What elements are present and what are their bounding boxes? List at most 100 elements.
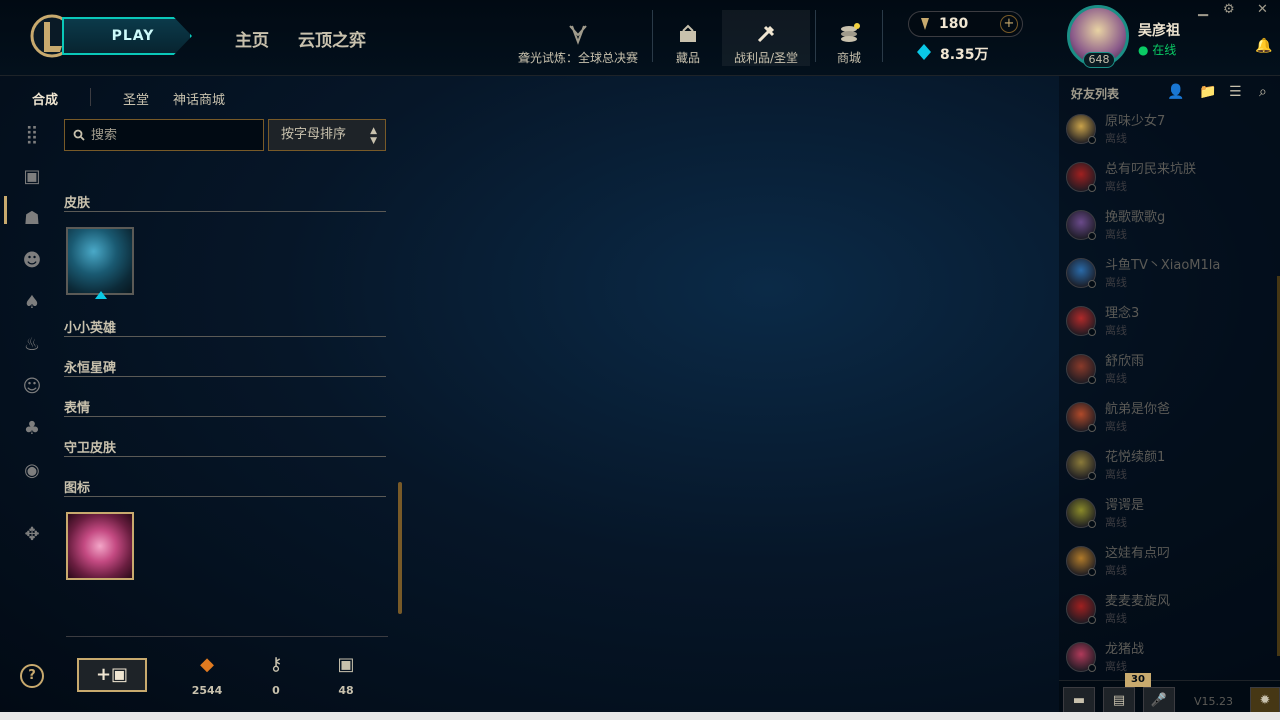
friend-row[interactable]: 斗鱼TV丶XiaoM1la 离线 <box>1059 254 1269 302</box>
top-loot[interactable]: 战利品/圣堂 <box>722 10 810 66</box>
help-button[interactable]: ? <box>20 664 44 688</box>
mask-icon[interactable]: ☻ <box>22 251 42 271</box>
search-icon[interactable]: ⌕ <box>1259 84 1267 100</box>
offline-dot-icon <box>1088 232 1096 240</box>
friend-name: 挽歌歌歌g <box>1105 210 1166 225</box>
category-eternals[interactable]: 永恒星碑 <box>64 357 386 376</box>
top-collection[interactable]: 藏品 <box>660 10 716 66</box>
background-window-strip <box>0 712 1280 720</box>
friend-row[interactable]: 龙猪战 离线 <box>1059 638 1269 686</box>
gear-icon[interactable]: ⚙ <box>1223 2 1235 17</box>
friend-name: 理念3 <box>1105 306 1140 321</box>
chest-icon[interactable]: ▣ <box>22 167 42 187</box>
summoner-icon-item[interactable] <box>66 512 134 580</box>
divider <box>64 496 386 497</box>
add-chest-button[interactable]: +▣ <box>77 658 147 692</box>
friend-status: 离线 <box>1105 564 1127 577</box>
friend-name: 航弟是你爸 <box>1105 402 1171 417</box>
sort-label: 按字母排序 <box>281 127 347 142</box>
friend-row[interactable]: 谔谔是 离线 <box>1059 494 1269 542</box>
tab-sanctum[interactable]: 圣堂 <box>123 89 149 108</box>
friend-row[interactable]: 舒欣雨 离线 <box>1059 350 1269 398</box>
chest-stat: ▣ 48 <box>321 654 371 697</box>
search-input[interactable] <box>91 127 261 143</box>
tab-mythic-shop[interactable]: 神话商城 <box>173 89 225 108</box>
offline-dot-icon <box>1088 568 1096 576</box>
top-store[interactable]: 商城 <box>822 10 876 66</box>
friend-status: 离线 <box>1105 612 1127 625</box>
friend-row[interactable]: 原味少女7 离线 <box>1059 110 1269 158</box>
add-friend-icon[interactable]: 👤 <box>1167 84 1184 100</box>
divider <box>90 88 91 106</box>
collection-icon <box>680 24 696 42</box>
emote-icon[interactable]: ☺ <box>22 377 42 397</box>
friend-row[interactable]: 麦麦麦旋风 离线 <box>1059 590 1269 638</box>
divider <box>66 636 388 637</box>
ward-icon[interactable]: ♨ <box>22 335 42 355</box>
friend-row[interactable]: 挽歌歌歌g 离线 <box>1059 206 1269 254</box>
username[interactable]: 吴彦祖 <box>1138 20 1180 40</box>
tab-craft[interactable]: 合成 <box>32 89 58 108</box>
search-field[interactable] <box>64 119 264 151</box>
key-stat: ⚷ 0 <box>251 654 301 697</box>
top-item-label: 商城 <box>836 51 861 65</box>
skin-item[interactable] <box>66 227 134 295</box>
top-worlds-trial[interactable]: 聋光试炼：全球总决赛 <box>512 10 644 66</box>
offline-dot-icon <box>1088 184 1096 192</box>
eternals-icon[interactable]: ✥ <box>22 525 42 545</box>
scrollbar[interactable] <box>398 482 402 614</box>
rp-value: 180 <box>939 16 969 32</box>
list-icon[interactable]: ☰ <box>1229 84 1242 100</box>
offline-dot-icon <box>1088 280 1096 288</box>
category-skins[interactable]: 皮肤 <box>64 192 386 211</box>
profile-icon[interactable]: ◉ <box>22 461 42 481</box>
category-tacticians[interactable]: 小小英雄 <box>64 317 386 336</box>
bell-icon[interactable]: 🔔 <box>1255 38 1272 54</box>
nav-home[interactable]: 主页 <box>235 26 269 51</box>
category-icons[interactable]: 图标 <box>64 477 386 496</box>
offline-dot-icon <box>1088 616 1096 624</box>
friend-status: 离线 <box>1105 516 1127 529</box>
friend-row[interactable]: 总有叼民来坑朕 离线 <box>1059 158 1269 206</box>
grid-icon[interactable]: ⣿ <box>22 125 42 145</box>
sort-arrows-icon: ▲ ▼ <box>370 126 377 146</box>
orange-essence-stat: ◆ 2544 <box>182 654 232 697</box>
friend-status: 离线 <box>1105 228 1127 241</box>
category-ward-skins[interactable]: 守卫皮肤 <box>64 437 386 456</box>
offline-dot-icon <box>1088 328 1096 336</box>
divider <box>64 336 386 337</box>
companion-icon[interactable]: ♠ <box>22 293 42 313</box>
friend-row[interactable]: 这娃有点叼 离线 <box>1059 542 1269 590</box>
category-emotes[interactable]: 表情 <box>64 397 386 416</box>
friend-status: 离线 <box>1105 276 1127 289</box>
nav-tft[interactable]: 云顶之弈 <box>298 26 366 51</box>
friend-status: 离线 <box>1105 132 1127 145</box>
top-bar: PLAY 主页 云顶之弈 聋光试炼：全球总决赛 藏品 战利品/圣堂 商城 180… <box>0 0 1280 76</box>
missions-button[interactable]: ▤ <box>1103 687 1135 715</box>
divider <box>815 10 816 62</box>
voice-button[interactable]: 🎤 <box>1143 687 1175 715</box>
friend-name: 龙猪战 <box>1105 642 1145 657</box>
offline-dot-icon <box>1088 376 1096 384</box>
play-button[interactable]: PLAY <box>62 17 192 55</box>
tree-icon[interactable]: ♣ <box>22 419 42 439</box>
close-icon[interactable]: ✕ <box>1257 2 1268 17</box>
friend-row[interactable]: 航弟是你爸 离线 <box>1059 398 1269 446</box>
chat-button[interactable]: ▬ <box>1063 687 1095 715</box>
minimize-icon[interactable]: ▁ <box>1198 2 1208 17</box>
online-status[interactable]: ● 在线 <box>1138 41 1176 58</box>
bug-report-button[interactable]: ✹ <box>1250 687 1280 715</box>
buy-rp-button[interactable]: + <box>1000 15 1018 33</box>
skin-tier-marker <box>95 291 107 299</box>
hammer-icon <box>757 25 775 43</box>
champion-icon[interactable]: ☗ <box>22 209 42 229</box>
friend-row[interactable]: 花悦续颜1 离线 <box>1059 446 1269 494</box>
divider <box>64 376 386 377</box>
divider <box>652 10 653 62</box>
top-item-label: 战利品/圣堂 <box>733 51 799 65</box>
add-folder-icon[interactable]: 📁 <box>1199 84 1216 100</box>
friend-row[interactable]: 理念3 离线 <box>1059 302 1269 350</box>
sort-dropdown[interactable]: 按字母排序 ▲ ▼ <box>268 119 386 151</box>
search-icon <box>73 129 85 141</box>
friend-status: 离线 <box>1105 420 1127 433</box>
